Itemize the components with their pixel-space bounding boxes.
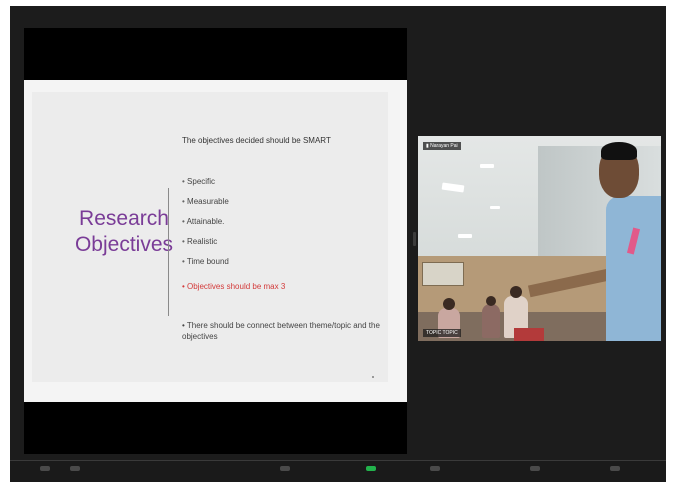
video-board <box>422 262 464 286</box>
control-button[interactable] <box>530 466 540 471</box>
presenter-body <box>606 196 661 341</box>
slide-note-bullet: There should be connect between theme/to… <box>182 320 382 342</box>
slide-divider <box>168 188 169 316</box>
ceiling-light <box>490 206 500 209</box>
slide-heading: The objectives decided should be SMART <box>182 136 331 145</box>
slide-title: Research Objectives <box>74 207 174 256</box>
smart-bullet-list: Specific Measurable Attainable. Realisti… <box>182 172 229 272</box>
participant-name-label: ▮ Narayan Pai <box>423 142 461 150</box>
slide-page-marker <box>372 376 374 378</box>
person-head <box>443 298 455 310</box>
screen-share-area[interactable]: Research Objectives The objectives decid… <box>24 28 407 454</box>
control-bar-divider <box>10 460 666 461</box>
control-button[interactable] <box>430 466 440 471</box>
slide-highlight-bullet: Objectives should be max 3 <box>182 282 285 291</box>
control-button[interactable] <box>610 466 620 471</box>
presenter-hair <box>601 142 637 160</box>
participant-name-text: Narayan Pai <box>430 143 458 149</box>
red-table <box>514 328 544 341</box>
person-head <box>486 296 496 306</box>
split-view-drag-handle[interactable] <box>413 232 416 246</box>
control-button[interactable] <box>40 466 50 471</box>
bullet-time-bound: Time bound <box>182 252 229 272</box>
control-button[interactable] <box>280 466 290 471</box>
ceiling-light <box>458 234 472 238</box>
control-button[interactable] <box>70 466 80 471</box>
presentation-slide: Research Objectives The objectives decid… <box>24 80 407 402</box>
active-control-button[interactable] <box>366 466 376 471</box>
meeting-window: Research Objectives The objectives decid… <box>10 6 666 482</box>
bullet-measurable: Measurable <box>182 192 229 212</box>
person-head <box>510 286 522 298</box>
bullet-specific: Specific <box>182 172 229 192</box>
bullet-realistic: Realistic <box>182 232 229 252</box>
participant-room-label: TOPIC TOPIC <box>423 329 461 337</box>
slide-content: Research Objectives The objectives decid… <box>32 92 388 382</box>
ceiling-light <box>480 164 494 168</box>
seated-person <box>482 304 500 338</box>
meeting-control-bar <box>10 460 666 482</box>
participant-video-tile[interactable]: ▮ Narayan Pai TOPIC TOPIC <box>418 136 661 341</box>
bullet-attainable: Attainable. <box>182 212 229 232</box>
